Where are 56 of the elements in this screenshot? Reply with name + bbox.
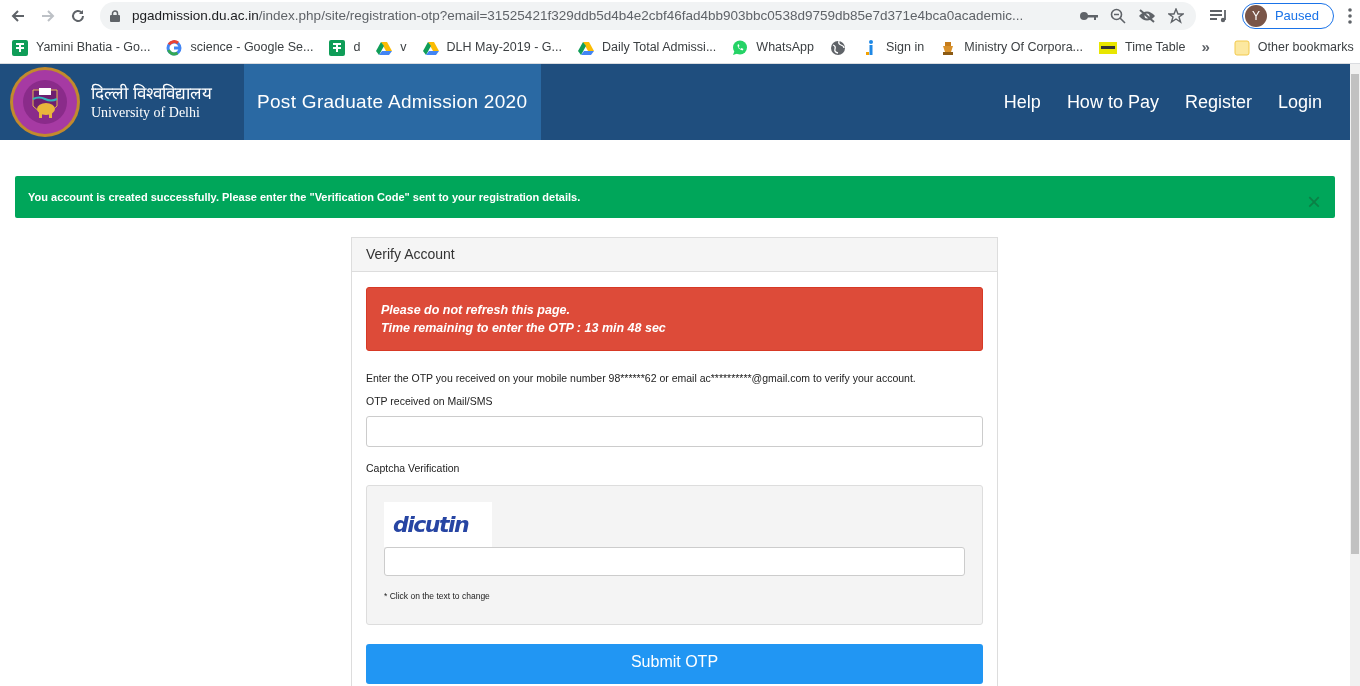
logo-english-text: University of Delhi [91,103,201,122]
sheets-icon [329,39,346,56]
captcha-image[interactable]: dicutin [384,501,492,547]
folder-icon [1233,39,1250,56]
bookmark-item[interactable]: Ministry Of Corpora... [940,38,1083,57]
eye-slash-icon[interactable] [1137,9,1156,23]
avatar-initial: Y [1244,5,1267,27]
other-bookmarks-folder[interactable]: Other bookmarks [1233,38,1354,57]
scrollbar[interactable] [1350,64,1360,686]
warning-text: Time remaining to enter the OTP : 13 min 48 sec [381,320,667,337]
reload-icon[interactable] [70,8,86,24]
card-title: Verify Account [352,238,997,272]
field-label: OTP received on Mail/SMS [366,394,494,409]
bookmark-item[interactable]: Time Table [1099,38,1186,57]
key-icon[interactable] [1079,11,1098,21]
media-queue-icon[interactable] [1209,9,1228,23]
bookmarks-overflow-button[interactable]: » [1201,36,1210,59]
bookmark-item[interactable]: Daily Total Admissi... [577,38,717,57]
drive-icon [577,39,594,56]
warning-text: Please do not refresh this page. [381,302,571,319]
bookmark-item[interactable]: DLH May-2019 - G... [422,38,562,57]
nav-link[interactable]: Help [1003,88,1041,116]
alert-message: You account is created successfully. Please enter the "Verification Code" sent to your registration details. [28,189,582,205]
bookmark-item[interactable]: d [329,38,361,57]
nav-link[interactable]: How to Pay [1066,88,1159,116]
whatsapp-icon [732,39,749,56]
otp-input-field[interactable] [366,415,983,447]
field-label: Captcha Verification [366,460,461,476]
captcha-hint: * Click on the text to change [384,589,491,603]
zoom-out-icon[interactable] [1109,8,1126,24]
bookmark-item[interactable]: v [376,38,407,57]
bookmark-item[interactable]: Yamini Bhatia - Go... [12,38,151,57]
address-bar[interactable]: pgadmission.du.ac.in/index.php/site/registration-otp?email=31525421f329ddb5d4b4e2cbf46fad4bb903bbc0538d9759db85e7d371e4bca0academic... [100,2,1196,30]
globe-icon [830,39,846,56]
timetable-icon [1099,39,1117,56]
google-icon [166,39,183,56]
bookmark-item[interactable]: WhatsApp [732,38,814,57]
site-title[interactable]: Post Graduate Admission 2020 [244,64,541,140]
bookmark-item[interactable]: science - Google Se... [166,38,314,57]
star-icon[interactable] [1167,8,1184,24]
lock-icon [110,10,120,22]
nav-link[interactable]: Register [1184,88,1252,116]
more-menu-icon[interactable] [1348,8,1352,24]
back-icon[interactable] [10,8,26,24]
captcha-input-field[interactable] [384,546,965,576]
url-text: pgadmission.du.ac.in/index.php/site/registration-otp?email=31525421f329ddb5d4b4e2cbf46fad4bb903bbc0538d9759db85e7d371e4bca0academic... [132,6,1025,25]
nav-link[interactable]: Login [1277,88,1322,116]
university-seal-icon [9,66,81,138]
sheets-icon [12,39,28,56]
drive-icon [376,39,393,56]
logo-hindi-text: दिल्ली विश्वविद्यालय [91,82,212,104]
drive-icon [422,39,439,56]
bookmark-item[interactable] [830,39,846,56]
profile-status: Paused [1274,7,1319,26]
bookmark-item[interactable]: Sign in [862,38,925,57]
instructions-text: Enter the OTP you received on your mobile number 98******62 or email ac**********@gmail.com to verify your account. [366,371,917,386]
